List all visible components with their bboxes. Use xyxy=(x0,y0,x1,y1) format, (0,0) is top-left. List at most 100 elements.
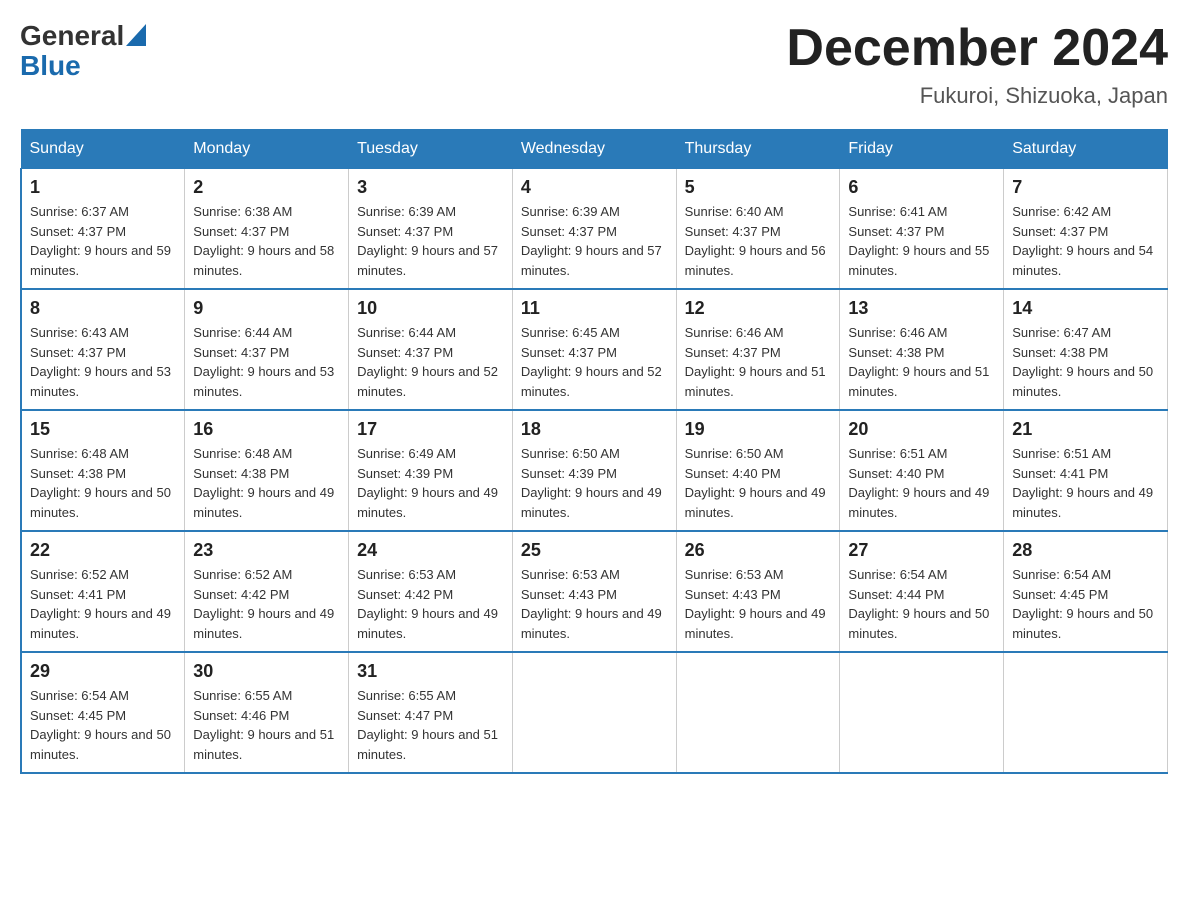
day-cell: 11 Sunrise: 6:45 AMSunset: 4:37 PMDaylig… xyxy=(512,289,676,410)
day-cell: 22 Sunrise: 6:52 AMSunset: 4:41 PMDaylig… xyxy=(21,531,185,652)
calendar-table: SundayMondayTuesdayWednesdayThursdayFrid… xyxy=(20,129,1168,774)
day-info: Sunrise: 6:55 AMSunset: 4:46 PMDaylight:… xyxy=(193,686,340,764)
logo-triangle-icon xyxy=(126,24,146,46)
day-number: 6 xyxy=(848,177,995,198)
day-number: 18 xyxy=(521,419,668,440)
day-info: Sunrise: 6:48 AMSunset: 4:38 PMDaylight:… xyxy=(193,444,340,522)
day-number: 10 xyxy=(357,298,504,319)
page-header: General Blue December 2024 Fukuroi, Shiz… xyxy=(20,20,1168,109)
day-number: 23 xyxy=(193,540,340,561)
day-info: Sunrise: 6:50 AMSunset: 4:39 PMDaylight:… xyxy=(521,444,668,522)
day-info: Sunrise: 6:53 AMSunset: 4:43 PMDaylight:… xyxy=(685,565,832,643)
logo: General Blue xyxy=(20,20,146,80)
column-header-sunday: Sunday xyxy=(21,130,185,169)
day-info: Sunrise: 6:54 AMSunset: 4:45 PMDaylight:… xyxy=(30,686,176,764)
day-number: 19 xyxy=(685,419,832,440)
day-cell: 17 Sunrise: 6:49 AMSunset: 4:39 PMDaylig… xyxy=(349,410,513,531)
day-info: Sunrise: 6:52 AMSunset: 4:42 PMDaylight:… xyxy=(193,565,340,643)
day-info: Sunrise: 6:51 AMSunset: 4:40 PMDaylight:… xyxy=(848,444,995,522)
day-info: Sunrise: 6:53 AMSunset: 4:42 PMDaylight:… xyxy=(357,565,504,643)
day-cell xyxy=(840,652,1004,773)
day-cell: 25 Sunrise: 6:53 AMSunset: 4:43 PMDaylig… xyxy=(512,531,676,652)
title-block: December 2024 Fukuroi, Shizuoka, Japan xyxy=(786,20,1168,109)
day-info: Sunrise: 6:40 AMSunset: 4:37 PMDaylight:… xyxy=(685,202,832,280)
calendar-header-row: SundayMondayTuesdayWednesdayThursdayFrid… xyxy=(21,130,1168,169)
day-info: Sunrise: 6:44 AMSunset: 4:37 PMDaylight:… xyxy=(193,323,340,401)
day-number: 29 xyxy=(30,661,176,682)
day-cell: 12 Sunrise: 6:46 AMSunset: 4:37 PMDaylig… xyxy=(676,289,840,410)
day-number: 21 xyxy=(1012,419,1159,440)
week-row-5: 29 Sunrise: 6:54 AMSunset: 4:45 PMDaylig… xyxy=(21,652,1168,773)
column-header-tuesday: Tuesday xyxy=(349,130,513,169)
day-cell: 2 Sunrise: 6:38 AMSunset: 4:37 PMDayligh… xyxy=(185,169,349,290)
day-cell: 4 Sunrise: 6:39 AMSunset: 4:37 PMDayligh… xyxy=(512,169,676,290)
day-number: 20 xyxy=(848,419,995,440)
day-cell: 13 Sunrise: 6:46 AMSunset: 4:38 PMDaylig… xyxy=(840,289,1004,410)
week-row-2: 8 Sunrise: 6:43 AMSunset: 4:37 PMDayligh… xyxy=(21,289,1168,410)
day-number: 5 xyxy=(685,177,832,198)
day-info: Sunrise: 6:54 AMSunset: 4:44 PMDaylight:… xyxy=(848,565,995,643)
day-info: Sunrise: 6:49 AMSunset: 4:39 PMDaylight:… xyxy=(357,444,504,522)
day-cell: 30 Sunrise: 6:55 AMSunset: 4:46 PMDaylig… xyxy=(185,652,349,773)
logo-blue-text: Blue xyxy=(20,52,146,80)
day-info: Sunrise: 6:42 AMSunset: 4:37 PMDaylight:… xyxy=(1012,202,1159,280)
day-cell: 31 Sunrise: 6:55 AMSunset: 4:47 PMDaylig… xyxy=(349,652,513,773)
day-cell: 15 Sunrise: 6:48 AMSunset: 4:38 PMDaylig… xyxy=(21,410,185,531)
column-header-monday: Monday xyxy=(185,130,349,169)
day-cell: 21 Sunrise: 6:51 AMSunset: 4:41 PMDaylig… xyxy=(1004,410,1168,531)
day-cell: 23 Sunrise: 6:52 AMSunset: 4:42 PMDaylig… xyxy=(185,531,349,652)
day-info: Sunrise: 6:51 AMSunset: 4:41 PMDaylight:… xyxy=(1012,444,1159,522)
calendar-title: December 2024 xyxy=(786,20,1168,77)
day-info: Sunrise: 6:46 AMSunset: 4:38 PMDaylight:… xyxy=(848,323,995,401)
day-info: Sunrise: 6:48 AMSunset: 4:38 PMDaylight:… xyxy=(30,444,176,522)
day-number: 15 xyxy=(30,419,176,440)
day-cell xyxy=(676,652,840,773)
day-number: 13 xyxy=(848,298,995,319)
day-info: Sunrise: 6:45 AMSunset: 4:37 PMDaylight:… xyxy=(521,323,668,401)
day-number: 14 xyxy=(1012,298,1159,319)
day-cell xyxy=(1004,652,1168,773)
day-info: Sunrise: 6:50 AMSunset: 4:40 PMDaylight:… xyxy=(685,444,832,522)
day-number: 25 xyxy=(521,540,668,561)
day-number: 30 xyxy=(193,661,340,682)
column-header-wednesday: Wednesday xyxy=(512,130,676,169)
week-row-1: 1 Sunrise: 6:37 AMSunset: 4:37 PMDayligh… xyxy=(21,169,1168,290)
calendar-subtitle: Fukuroi, Shizuoka, Japan xyxy=(786,83,1168,109)
column-header-saturday: Saturday xyxy=(1004,130,1168,169)
day-number: 24 xyxy=(357,540,504,561)
day-info: Sunrise: 6:41 AMSunset: 4:37 PMDaylight:… xyxy=(848,202,995,280)
day-info: Sunrise: 6:37 AMSunset: 4:37 PMDaylight:… xyxy=(30,202,176,280)
day-number: 4 xyxy=(521,177,668,198)
day-number: 7 xyxy=(1012,177,1159,198)
day-info: Sunrise: 6:55 AMSunset: 4:47 PMDaylight:… xyxy=(357,686,504,764)
day-number: 12 xyxy=(685,298,832,319)
day-number: 26 xyxy=(685,540,832,561)
day-info: Sunrise: 6:46 AMSunset: 4:37 PMDaylight:… xyxy=(685,323,832,401)
day-info: Sunrise: 6:47 AMSunset: 4:38 PMDaylight:… xyxy=(1012,323,1159,401)
day-number: 27 xyxy=(848,540,995,561)
week-row-3: 15 Sunrise: 6:48 AMSunset: 4:38 PMDaylig… xyxy=(21,410,1168,531)
day-cell: 18 Sunrise: 6:50 AMSunset: 4:39 PMDaylig… xyxy=(512,410,676,531)
day-number: 31 xyxy=(357,661,504,682)
day-number: 28 xyxy=(1012,540,1159,561)
day-info: Sunrise: 6:38 AMSunset: 4:37 PMDaylight:… xyxy=(193,202,340,280)
column-header-friday: Friday xyxy=(840,130,1004,169)
day-cell: 20 Sunrise: 6:51 AMSunset: 4:40 PMDaylig… xyxy=(840,410,1004,531)
day-cell: 6 Sunrise: 6:41 AMSunset: 4:37 PMDayligh… xyxy=(840,169,1004,290)
day-cell: 10 Sunrise: 6:44 AMSunset: 4:37 PMDaylig… xyxy=(349,289,513,410)
day-cell: 26 Sunrise: 6:53 AMSunset: 4:43 PMDaylig… xyxy=(676,531,840,652)
day-info: Sunrise: 6:39 AMSunset: 4:37 PMDaylight:… xyxy=(357,202,504,280)
day-number: 9 xyxy=(193,298,340,319)
logo-general-text: General xyxy=(20,20,124,52)
day-cell: 8 Sunrise: 6:43 AMSunset: 4:37 PMDayligh… xyxy=(21,289,185,410)
day-cell: 24 Sunrise: 6:53 AMSunset: 4:42 PMDaylig… xyxy=(349,531,513,652)
day-number: 2 xyxy=(193,177,340,198)
day-cell: 27 Sunrise: 6:54 AMSunset: 4:44 PMDaylig… xyxy=(840,531,1004,652)
day-info: Sunrise: 6:39 AMSunset: 4:37 PMDaylight:… xyxy=(521,202,668,280)
week-row-4: 22 Sunrise: 6:52 AMSunset: 4:41 PMDaylig… xyxy=(21,531,1168,652)
day-cell: 3 Sunrise: 6:39 AMSunset: 4:37 PMDayligh… xyxy=(349,169,513,290)
day-cell xyxy=(512,652,676,773)
day-info: Sunrise: 6:44 AMSunset: 4:37 PMDaylight:… xyxy=(357,323,504,401)
day-info: Sunrise: 6:43 AMSunset: 4:37 PMDaylight:… xyxy=(30,323,176,401)
day-number: 3 xyxy=(357,177,504,198)
